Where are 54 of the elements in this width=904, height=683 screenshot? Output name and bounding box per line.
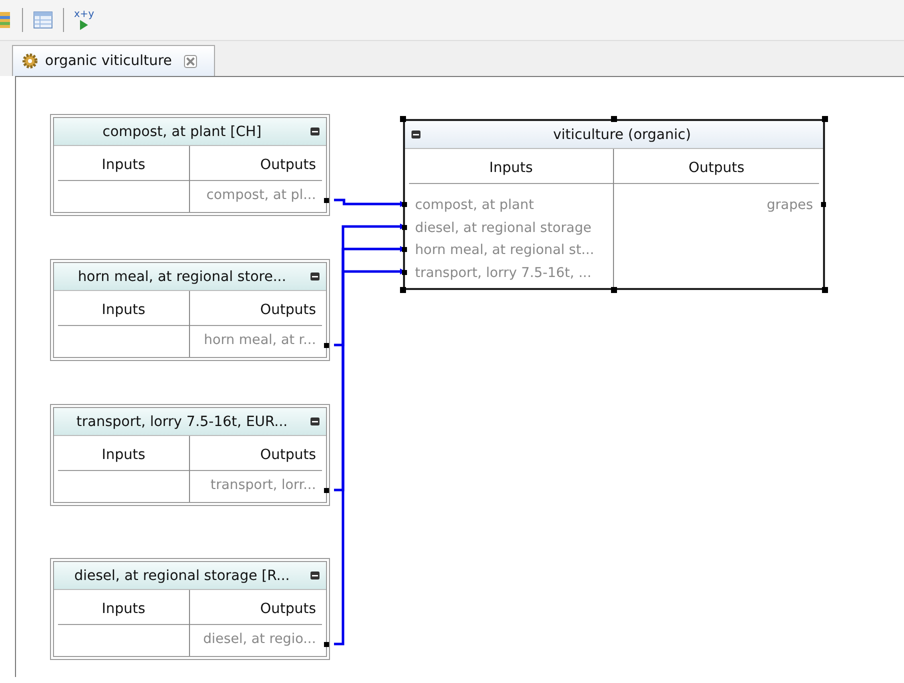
- output-flow: transport, lorr...: [210, 476, 316, 494]
- input-flow: compost, at plant: [415, 196, 534, 215]
- output-port[interactable]: [821, 202, 826, 207]
- minimize-icon[interactable]: [310, 571, 320, 580]
- output-port[interactable]: [324, 642, 329, 647]
- node-title: viticulture (organic): [552, 126, 692, 142]
- node-title: horn meal, at regional store...: [76, 268, 288, 284]
- node-title: transport, lorry 7.5-16t, EUR...: [75, 414, 289, 430]
- output-flow: horn meal, at r...: [204, 330, 316, 350]
- formula-button[interactable]: x+y: [74, 10, 94, 30]
- input-flow: diesel, at regional storage: [415, 218, 592, 238]
- output-flow: compost, at pl...: [206, 186, 316, 204]
- selection-handle[interactable]: [822, 116, 828, 122]
- input-flow: transport, lorry 7.5-16t, ...: [415, 264, 592, 282]
- column-header: Outputs: [190, 594, 322, 625]
- output-flow: diesel, at regio...: [203, 630, 316, 648]
- editor-tab[interactable]: organic viticulture: [12, 45, 215, 76]
- minimize-icon[interactable]: [411, 130, 421, 139]
- play-icon: [79, 20, 90, 30]
- process-node[interactable]: diesel, at regional storage [R... Inputs Outputs diesel, at regio...: [50, 558, 330, 660]
- selection-handle[interactable]: [400, 116, 406, 122]
- column-header: Outputs: [614, 153, 819, 184]
- process-node[interactable]: horn meal, at regional store... Inputs Outputs horn meal, at r...: [50, 259, 330, 361]
- column-header: Inputs: [58, 440, 189, 471]
- process-node[interactable]: viticulture (organic) Inputs compost, at plant diesel, at regional storage horn meal, at regional st... transport, lorry 7.5-16t, ... Outputs grapes: [403, 119, 825, 290]
- column-header: Inputs: [58, 150, 189, 181]
- column-header: Inputs: [58, 594, 189, 625]
- gear-icon: [21, 52, 39, 70]
- minimize-icon[interactable]: [310, 272, 320, 281]
- selection-handle[interactable]: [822, 287, 828, 293]
- minimize-icon[interactable]: [310, 417, 320, 426]
- input-port[interactable]: [402, 270, 407, 274]
- output-port[interactable]: [324, 198, 329, 203]
- minimize-icon[interactable]: [310, 127, 320, 136]
- column-header: Outputs: [190, 150, 322, 181]
- process-node[interactable]: compost, at plant [CH] Inputs Outputs compost, at pl...: [50, 114, 330, 216]
- column-header: Inputs: [409, 153, 613, 184]
- selection-handle[interactable]: [400, 287, 406, 293]
- selection-handle[interactable]: [611, 116, 617, 122]
- input-flow: horn meal, at regional st...: [415, 241, 594, 260]
- column-header: Inputs: [58, 295, 189, 326]
- node-title: diesel, at regional storage [R...: [73, 568, 291, 584]
- column-header: Outputs: [190, 440, 322, 471]
- process-node[interactable]: transport, lorry 7.5-16t, EUR... Inputs Outputs transport, lorr...: [50, 404, 330, 506]
- input-port[interactable]: [402, 247, 407, 252]
- selection-handle[interactable]: [611, 287, 617, 293]
- output-port[interactable]: [324, 488, 329, 493]
- close-icon[interactable]: [184, 54, 197, 68]
- output-flow: grapes: [766, 196, 813, 215]
- input-port[interactable]: [402, 202, 407, 207]
- node-title: compost, at plant [CH]: [102, 124, 262, 140]
- column-header: Outputs: [190, 295, 322, 326]
- output-port[interactable]: [324, 343, 329, 348]
- input-port[interactable]: [402, 224, 407, 230]
